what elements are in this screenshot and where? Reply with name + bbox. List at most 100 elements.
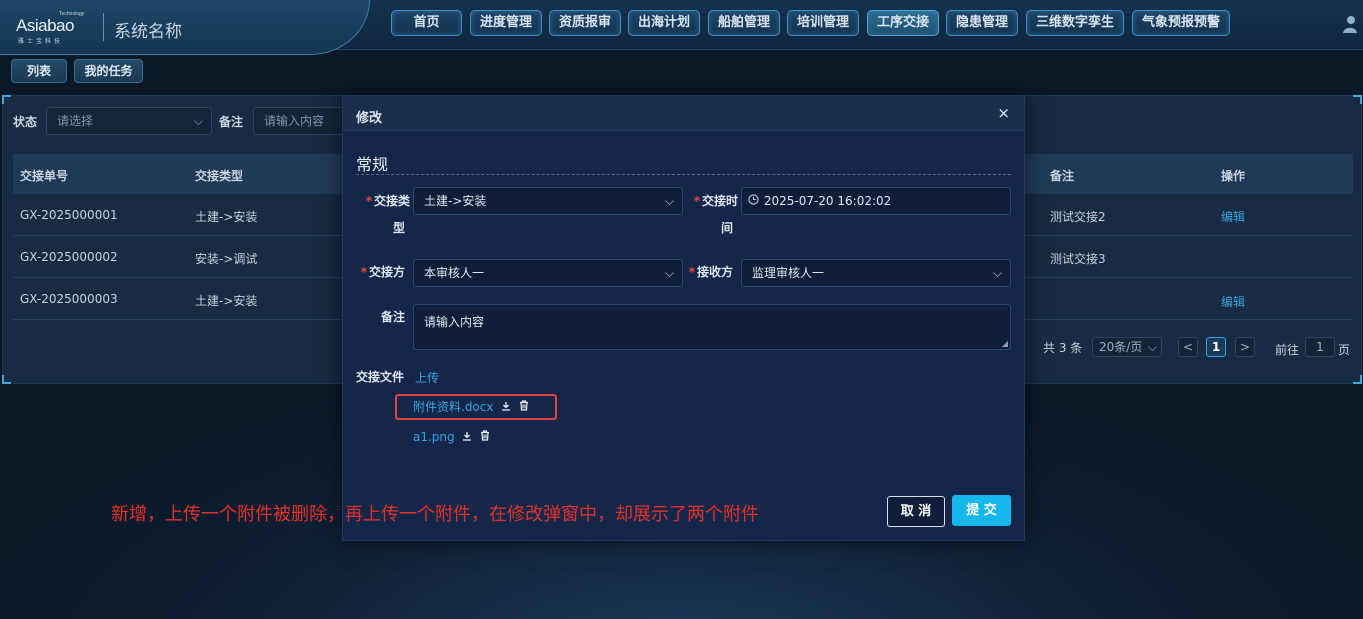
current-page-button[interactable]: 1	[1206, 337, 1226, 357]
receiving-party-value: 监理审核人一	[752, 266, 825, 280]
handover-type-value: 土建->安装	[424, 194, 487, 208]
chevron-down-icon: ⌵	[193, 114, 203, 128]
col-action: 操作	[1221, 169, 1246, 183]
close-icon[interactable]: ×	[997, 104, 1010, 122]
panel-corner	[2, 375, 11, 384]
pager-total: 共 3 条	[1043, 341, 1083, 355]
receiving-party-label: * 接收方	[683, 259, 733, 286]
logo-sub-text: 雅士宝科技	[18, 38, 64, 45]
chevron-down-icon: ⌵	[992, 266, 1002, 280]
handover-time-picker[interactable]: 2025-07-20 16:02:02	[741, 187, 1011, 215]
remark-filter-input[interactable]: 请输入内容	[253, 107, 345, 135]
chevron-down-icon: ⌵	[664, 194, 674, 208]
nav-handover[interactable]: 工序交接	[867, 10, 939, 36]
cell-remark: 测试交接2	[1050, 210, 1106, 224]
chevron-down-icon: ⌵	[664, 266, 674, 280]
top-header: Technology Asiabao 雅士宝科技 系统名称 首页 进度管理 资质…	[0, 0, 1363, 55]
remark-filter-label: 备注	[219, 115, 244, 129]
required-mark: *	[360, 265, 367, 279]
nav-digital-twin[interactable]: 三维数字孪生	[1026, 10, 1124, 36]
nav-sea-plan[interactable]: 出海计划	[628, 10, 700, 36]
cell-remark: 测试交接3	[1050, 252, 1106, 266]
submit-button[interactable]: 提 交	[952, 495, 1011, 526]
required-mark: *	[688, 265, 695, 279]
page-size-value: 20条/页	[1099, 340, 1143, 354]
cell-type: 土建->安装	[195, 294, 258, 308]
nav-qualification[interactable]: 资质报审	[549, 10, 621, 36]
dialog-title: 修改	[356, 111, 383, 126]
status-select-placeholder: 请选择	[57, 114, 94, 128]
file-item: a1.png	[413, 428, 490, 446]
dialog-header: 修改 ×	[343, 96, 1024, 131]
delete-icon[interactable]	[519, 400, 529, 414]
handover-party-select[interactable]: 本审核人一 ⌵	[413, 259, 683, 287]
prev-page-button[interactable]: <	[1178, 337, 1198, 357]
company-logo[interactable]: Technology Asiabao 雅士宝科技	[14, 10, 94, 45]
chevron-down-icon: ⌵	[1147, 340, 1157, 354]
handover-type-select[interactable]: 土建->安装 ⌵	[413, 187, 683, 215]
next-page-button[interactable]: >	[1235, 337, 1255, 357]
subtab-my-tasks[interactable]: 我的任务	[74, 59, 143, 83]
goto-label: 前往	[1275, 343, 1300, 357]
nav-hazard[interactable]: 隐患管理	[946, 10, 1018, 36]
download-icon[interactable]	[501, 401, 515, 414]
panel-corner	[1353, 375, 1362, 384]
remark-label: 备注	[380, 310, 405, 324]
system-title: 系统名称	[114, 22, 182, 42]
required-mark: *	[693, 194, 700, 208]
handover-time-label-wrap: 间	[720, 221, 733, 235]
handover-time-label: * 交接时	[683, 188, 738, 215]
remark-placeholder: 请输入内容	[424, 315, 485, 329]
subtab-list[interactable]: 列表	[11, 59, 67, 83]
logo-main-text: Asiabao	[16, 16, 74, 35]
status-filter-label: 状态	[13, 115, 38, 129]
remark-filter-placeholder: 请输入内容	[264, 114, 325, 128]
handover-party-value: 本审核人一	[424, 266, 485, 280]
receiving-party-select[interactable]: 监理审核人一 ⌵	[741, 259, 1011, 287]
file-name-link[interactable]: 附件资料.docx	[413, 400, 493, 414]
handover-time-value: 2025-07-20 16:02:02	[763, 194, 892, 208]
handover-party-label-text: 交接方	[368, 265, 405, 279]
brand-divider	[103, 13, 104, 41]
col-remark: 备注	[1050, 169, 1075, 183]
file-name-link[interactable]: a1.png	[413, 430, 455, 444]
page-size-select[interactable]: 20条/页 ⌵	[1092, 337, 1162, 357]
bug-annotation: 新增，上传一个附件被删除，再上传一个附件，在修改弹窗中，却展示了两个附件	[111, 504, 759, 525]
upload-link[interactable]: 上传	[415, 369, 439, 387]
receiving-party-label-text: 接收方	[696, 265, 733, 279]
handover-party-label: * 交接方	[355, 259, 405, 286]
section-divider	[356, 174, 1011, 175]
download-icon[interactable]	[462, 431, 476, 444]
nav-progress[interactable]: 进度管理	[470, 10, 542, 36]
handover-type-label-text: 交接类	[373, 194, 410, 208]
nav-ship[interactable]: 船舶管理	[708, 10, 780, 36]
cell-type: 土建->安装	[195, 210, 258, 224]
brand-block: Technology Asiabao 雅士宝科技 系统名称	[0, 0, 370, 55]
cell-no: GX-2025000003	[20, 292, 118, 306]
handover-files-label: 交接文件	[356, 370, 405, 384]
edit-link[interactable]: 编辑	[1221, 293, 1245, 310]
goto-page-input[interactable]: 1	[1305, 337, 1335, 357]
cancel-button[interactable]: 取 消	[887, 496, 945, 527]
nav-home[interactable]: 首页	[391, 10, 462, 36]
handover-time-label-text: 交接时	[701, 194, 738, 208]
required-mark: *	[365, 194, 372, 208]
file-item: 附件资料.docx	[413, 398, 529, 416]
user-icon[interactable]	[1340, 14, 1360, 34]
cell-type: 安装->调试	[195, 252, 258, 266]
handover-type-label: * 交接类	[355, 188, 410, 215]
col-handover-type: 交接类型	[195, 169, 244, 183]
section-title: 常规	[356, 155, 389, 174]
delete-icon[interactable]	[480, 430, 490, 444]
edit-link[interactable]: 编辑	[1221, 208, 1245, 225]
col-handover-no: 交接单号	[20, 169, 69, 183]
page-suffix: 页	[1338, 343, 1351, 357]
panel-corner	[2, 95, 11, 104]
handover-type-label-wrap: 型	[392, 221, 405, 235]
remark-textarea[interactable]: 请输入内容 ◢	[413, 304, 1011, 350]
nav-training[interactable]: 培训管理	[787, 10, 859, 36]
clock-icon	[748, 188, 760, 214]
nav-weather[interactable]: 气象预报预警	[1132, 10, 1230, 36]
status-select[interactable]: 请选择 ⌵	[46, 107, 212, 135]
resize-handle-icon[interactable]: ◢	[1002, 339, 1008, 348]
